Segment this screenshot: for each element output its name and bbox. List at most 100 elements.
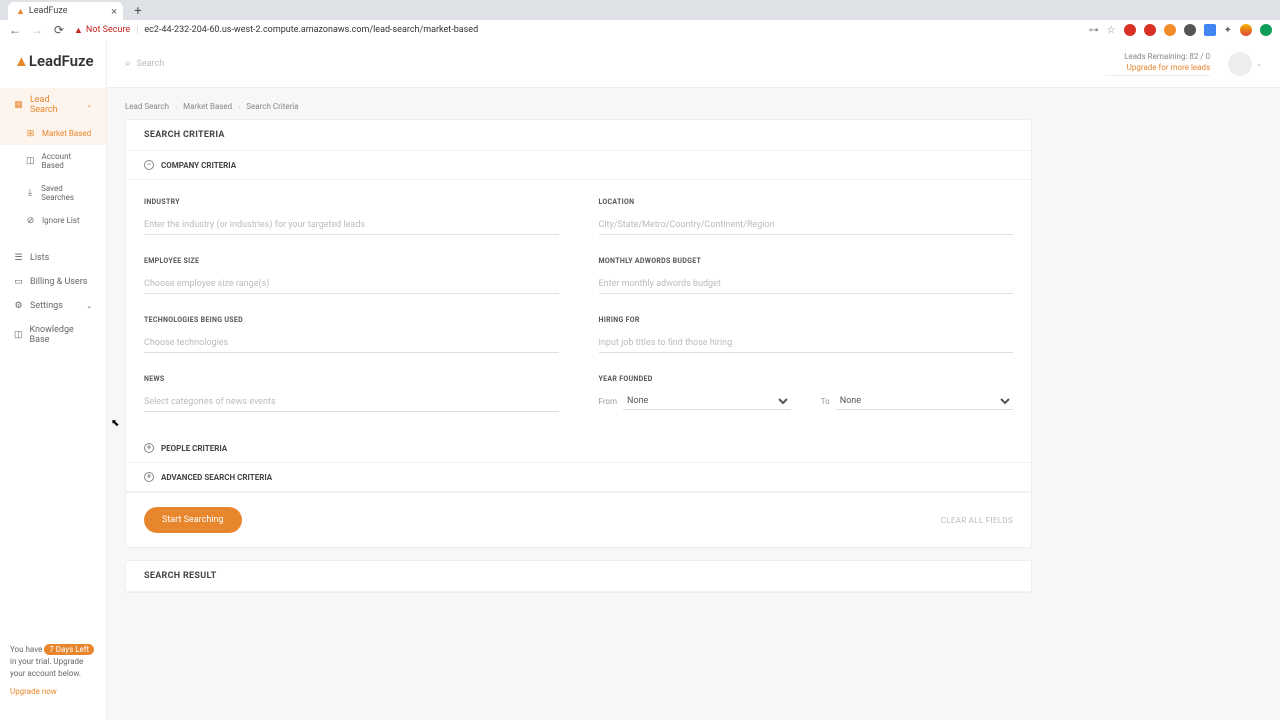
sidebar-item-market-based[interactable]: ⊞ Market Based: [0, 122, 106, 145]
year-from-label: From: [599, 397, 618, 406]
sidebar-item-knowledge-base[interactable]: ◫ Knowledge Base: [0, 318, 106, 352]
breadcrumb: Lead Search › Market Based › Search Crit…: [125, 102, 1262, 111]
forward-button[interactable]: →: [30, 23, 44, 37]
location-input[interactable]: [599, 216, 1014, 235]
industry-input[interactable]: [144, 216, 559, 235]
global-search[interactable]: ⌕: [125, 55, 337, 73]
adwords-input[interactable]: [599, 275, 1014, 294]
breadcrumb-item[interactable]: Market Based: [183, 102, 232, 111]
sidebar-label: Lists: [30, 253, 49, 263]
sidebar-item-lead-search[interactable]: ▦ Lead Search ⌄: [0, 88, 106, 122]
extension-icon[interactable]: [1204, 24, 1216, 36]
sidebar-label: Billing & Users: [30, 277, 87, 287]
content: Lead Search › Market Based › Search Crit…: [107, 88, 1280, 619]
chevron-down-icon: ⌄: [86, 302, 92, 310]
back-button[interactable]: ←: [8, 23, 22, 37]
url-field[interactable]: ▲Not Secure | ec2-44-232-204-60.us-west-…: [74, 25, 1081, 36]
app-root: ▲LeadFuze ▦ Lead Search ⌄ ⊞ Market Based…: [0, 40, 1280, 720]
upgrade-leads-link[interactable]: Upgrade for more leads: [1105, 63, 1210, 72]
panel-title: SEARCH CRITERIA: [126, 120, 1031, 151]
news-input[interactable]: [144, 393, 559, 412]
save-icon: ⤓: [26, 189, 34, 198]
sidebar-label: Account Based: [42, 152, 92, 170]
search-result-panel: SEARCH RESULT: [125, 560, 1032, 593]
chevron-right-icon: ›: [238, 103, 240, 111]
extensions-menu-icon[interactable]: ✦: [1224, 25, 1232, 36]
search-input[interactable]: [137, 55, 337, 73]
sidebar-item-billing[interactable]: ▭ Billing & Users: [0, 270, 106, 294]
expand-icon: +: [144, 472, 154, 482]
sidebar-label: Ignore List: [42, 216, 80, 225]
browser-tab[interactable]: ▲ LeadFuze ×: [8, 2, 123, 20]
clear-all-fields-link[interactable]: CLEAR ALL FIELDS: [941, 516, 1013, 525]
extension-icon[interactable]: [1184, 24, 1196, 36]
upgrade-now-link[interactable]: Upgrade now: [10, 686, 96, 698]
topbar: ⌕ Leads Remaining: 82 / 0 Upgrade for mo…: [107, 40, 1280, 88]
section-title: PEOPLE CRITERIA: [161, 444, 227, 453]
extension-icon[interactable]: [1124, 24, 1136, 36]
grid-icon: ▦: [14, 101, 23, 110]
year-from-select[interactable]: None: [623, 393, 791, 410]
breadcrumb-item[interactable]: Lead Search: [125, 102, 169, 111]
hiring-input[interactable]: [599, 334, 1014, 353]
employee-size-input[interactable]: [144, 275, 559, 294]
location-label: LOCATION: [599, 198, 1014, 206]
adwords-label: MONTHLY ADWORDS BUDGET: [599, 257, 1014, 265]
year-to-label: To: [821, 397, 830, 406]
sidebar-label: Knowledge Base: [30, 325, 92, 345]
sidebar-item-account-based[interactable]: ◫ Account Based: [0, 145, 106, 177]
company-criteria-body: INDUSTRY LOCATION EMPLOYEE SIZE: [126, 180, 1031, 434]
sidebar-item-lists[interactable]: ☰ Lists: [0, 246, 106, 270]
trial-days-badge: 7 Days Left: [44, 644, 94, 655]
reload-button[interactable]: ⟳: [52, 23, 66, 37]
search-icon: ⌕: [125, 58, 131, 69]
section-title: ADVANCED SEARCH CRITERIA: [161, 473, 272, 482]
sidebar-item-settings[interactable]: ⚙ Settings ⌄: [0, 294, 106, 318]
chevron-down-icon: ⌄: [1256, 60, 1262, 68]
extension-icon[interactable]: [1260, 24, 1272, 36]
search-criteria-panel: SEARCH CRITERIA − COMPANY CRITERIA INDUS…: [125, 119, 1032, 548]
market-icon: ⊞: [26, 129, 35, 138]
chevron-down-icon: ⌄: [86, 101, 92, 109]
section-title: COMPANY CRITERIA: [161, 161, 236, 170]
gear-icon: ⚙: [14, 302, 23, 311]
logo[interactable]: ▲LeadFuze: [0, 52, 106, 88]
tab-favicon: ▲: [16, 6, 25, 17]
star-icon[interactable]: ☆: [1107, 25, 1116, 36]
extension-icon[interactable]: [1144, 24, 1156, 36]
book-icon: ◫: [14, 331, 23, 340]
sidebar-item-saved-searches[interactable]: ⤓ Saved Searches: [0, 177, 106, 209]
billing-icon: ▭: [14, 278, 23, 287]
leads-remaining: Leads Remaining: 82 / 0 Upgrade for more…: [1105, 52, 1210, 76]
sidebar-item-ignore-list[interactable]: ⊘ Ignore List: [0, 209, 106, 232]
account-icon: ◫: [26, 157, 35, 166]
breadcrumb-item: Search Criteria: [246, 102, 298, 111]
extension-icon[interactable]: [1164, 24, 1176, 36]
profile-icon[interactable]: [1240, 24, 1252, 36]
year-to-select[interactable]: None: [836, 393, 1013, 410]
chevron-right-icon: ›: [175, 103, 177, 111]
people-criteria-header[interactable]: + PEOPLE CRITERIA: [126, 434, 1031, 463]
key-icon[interactable]: ⊶: [1089, 25, 1099, 36]
url-text: ec2-44-232-204-60.us-west-2.compute.amaz…: [144, 25, 478, 35]
flame-icon: ▲: [14, 52, 29, 70]
close-icon[interactable]: ×: [111, 5, 117, 18]
tab-title: LeadFuze: [29, 6, 68, 16]
employee-size-label: EMPLOYEE SIZE: [144, 257, 559, 265]
sidebar-label: Market Based: [42, 129, 91, 138]
browser-chrome: ▲ LeadFuze × + ← → ⟳ ▲Not Secure | ec2-4…: [0, 0, 1280, 40]
panel-footer: Start Searching CLEAR ALL FIELDS: [126, 492, 1031, 547]
start-searching-button[interactable]: Start Searching: [144, 507, 242, 533]
user-menu[interactable]: ⌄: [1228, 52, 1262, 76]
expand-icon: +: [144, 443, 154, 453]
avatar: [1228, 52, 1252, 76]
new-tab-button[interactable]: +: [129, 2, 147, 20]
year-founded-label: YEAR FOUNDED: [599, 375, 1014, 383]
technologies-input[interactable]: [144, 334, 559, 353]
sidebar: ▲LeadFuze ▦ Lead Search ⌄ ⊞ Market Based…: [0, 40, 107, 720]
panel-title: SEARCH RESULT: [126, 561, 1031, 592]
company-criteria-header[interactable]: − COMPANY CRITERIA: [126, 151, 1031, 180]
lists-icon: ☰: [14, 254, 23, 263]
advanced-criteria-header[interactable]: + ADVANCED SEARCH CRITERIA: [126, 463, 1031, 492]
sidebar-label: Lead Search: [30, 95, 79, 115]
